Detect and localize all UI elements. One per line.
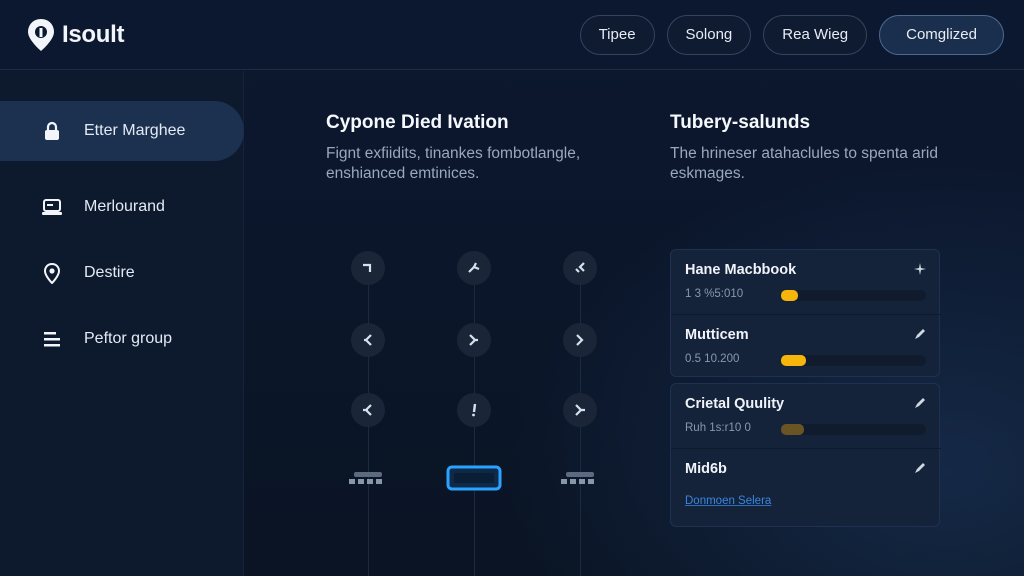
sidebar-item-etter-marghee[interactable]: Etter Marghee xyxy=(0,101,244,161)
chevron-cross-icon[interactable] xyxy=(351,393,385,427)
pencil-icon[interactable] xyxy=(913,396,927,410)
sidebar-item-label: Peftor group xyxy=(84,330,173,347)
progress-fill xyxy=(781,355,806,366)
brand-logo-icon xyxy=(28,18,54,51)
sidebar-item-label: Merlourand xyxy=(84,198,165,215)
sparkle-icon[interactable] xyxy=(913,262,927,276)
exclamation-icon[interactable] xyxy=(457,393,491,427)
selected-input-box[interactable] xyxy=(446,465,502,491)
left-panel-description: Fignt exfiidits, tinankes fombotlangle, … xyxy=(326,145,581,182)
rotate-handle-icon[interactable] xyxy=(351,251,385,285)
list-item[interactable]: Mid6b Donmoen Selera xyxy=(671,448,941,512)
fan-blade-icon[interactable] xyxy=(457,251,491,285)
list-item[interactable]: Crietal Quulity Ruh 1s:r10 0 xyxy=(671,384,941,448)
segmented-slider[interactable] xyxy=(560,469,600,487)
sidebar-item-label: Etter Marghee xyxy=(84,122,186,139)
location-pin-icon xyxy=(40,261,64,285)
sidebar-item-destire[interactable]: Destire xyxy=(0,243,244,303)
left-panel-title: Cypone Died Ivation xyxy=(326,112,509,133)
angle-left-icon[interactable] xyxy=(351,323,385,357)
list-item-meta: 1 3 %5:010 xyxy=(685,288,744,300)
lock-icon xyxy=(40,119,64,143)
brand[interactable]: Isoult xyxy=(26,18,125,52)
right-panel-description: The hrineser atahaclules to spenta arid … xyxy=(670,145,938,182)
progress-fill xyxy=(781,424,805,435)
list-icon xyxy=(40,327,64,351)
list-item-meta: 0.5 10.200 xyxy=(685,353,740,365)
nav-rea-wieg-button[interactable]: Rea Wieg xyxy=(763,14,868,55)
header-nav: Tipee Solong Rea Wieg Comglized xyxy=(579,14,1004,55)
control-grid xyxy=(340,248,620,576)
top-header: Isoult Tipee Solong Rea Wieg Comglized xyxy=(0,0,1024,70)
list-card: Crietal Quulity Ruh 1s:r10 0 Mid6b Donmo… xyxy=(670,383,941,527)
sidebar-item-peftor-group[interactable]: Peftor group xyxy=(0,309,244,369)
app-window: Isoult Tipee Solong Rea Wieg Comglized E… xyxy=(0,0,1024,576)
list-item-link[interactable]: Donmoen Selera xyxy=(685,495,771,507)
laptop-icon xyxy=(40,195,64,219)
collapse-arrows-icon[interactable] xyxy=(563,251,597,285)
nav-comglized-button[interactable]: Comglized xyxy=(879,14,1004,55)
brand-name: Isoult xyxy=(62,20,125,48)
progress-fill xyxy=(781,290,799,301)
progress-bar xyxy=(781,290,926,301)
list-item-title: Crietal Quulity xyxy=(685,396,785,412)
nav-tipee-button[interactable]: Tipee xyxy=(579,14,655,55)
list-item-title: Mid6b xyxy=(685,461,727,477)
angle-right-icon[interactable] xyxy=(563,323,597,357)
list-card: Hane Macbbook 1 3 %5:010 Mutticem 0.5 10… xyxy=(670,249,941,378)
nav-solong-button[interactable]: Solong xyxy=(666,14,752,55)
sidebar-item-label: Destire xyxy=(84,264,135,281)
branch-arrow-icon[interactable] xyxy=(563,393,597,427)
split-arrow-icon[interactable] xyxy=(457,323,491,357)
list-item[interactable]: Mutticem 0.5 10.200 xyxy=(671,314,941,378)
list-item-title: Mutticem xyxy=(685,327,749,343)
pencil-icon[interactable] xyxy=(913,327,927,341)
pencil-icon[interactable] xyxy=(913,461,927,475)
right-panel-title: Tubery-salunds xyxy=(670,112,811,133)
sidebar: Etter Marghee Merlourand Destire Peftor … xyxy=(0,71,244,576)
list-item[interactable]: Hane Macbbook 1 3 %5:010 xyxy=(671,250,941,314)
list-item-title: Hane Macbbook xyxy=(685,262,797,278)
progress-bar xyxy=(781,424,926,435)
progress-bar xyxy=(781,355,926,366)
sidebar-item-merlourand[interactable]: Merlourand xyxy=(0,177,244,237)
list-item-meta: Ruh 1s:r10 0 xyxy=(685,422,751,434)
segmented-slider[interactable] xyxy=(348,469,388,487)
